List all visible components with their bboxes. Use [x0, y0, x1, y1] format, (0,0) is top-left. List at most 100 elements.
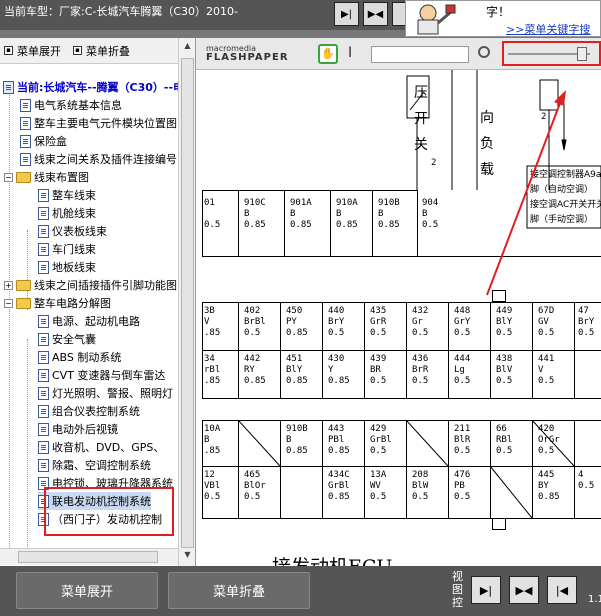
- document-icon: [38, 332, 49, 346]
- search-icon[interactable]: [478, 46, 490, 58]
- zoom-highlight-box: [502, 41, 601, 66]
- first-page-button[interactable]: ▶|: [471, 576, 501, 604]
- document-icon: [38, 188, 49, 202]
- tree-item-label: 电动外后视镜: [52, 423, 118, 436]
- annotation-arrow: [486, 90, 566, 296]
- collapse-toggle-icon[interactable]: −: [4, 172, 13, 182]
- tree-horizontal-scrollbar[interactable]: [0, 548, 178, 565]
- text-select-tool-button[interactable]: I: [348, 45, 352, 61]
- tree-item[interactable]: 电气系统基本信息: [20, 96, 122, 114]
- tree-item[interactable]: 整车线束: [38, 186, 96, 204]
- document-icon: [20, 116, 31, 130]
- tree-folder-label: 线束之间插接插件引脚功能图: [34, 279, 177, 292]
- expand-menu-button[interactable]: ▪ 菜单展开: [4, 43, 61, 59]
- scroll-down-icon[interactable]: ▼: [181, 550, 194, 564]
- tree-item-label: 整车线束: [52, 189, 96, 202]
- document-icon: [38, 422, 49, 436]
- tree-toolbar: ▪ 菜单展开 ▪ 菜单折叠: [0, 38, 195, 64]
- scroll-thumb[interactable]: [181, 58, 194, 548]
- document-icon: [38, 386, 49, 400]
- tree-item[interactable]: 机舱线束: [38, 204, 96, 222]
- hand-icon: ✋: [321, 47, 335, 60]
- mascot-icon: [417, 4, 456, 35]
- folder-open-icon: [16, 171, 31, 183]
- expand-icon: ▪: [4, 46, 13, 55]
- tree-item-label: 仪表板线束: [52, 225, 107, 238]
- fit-page-button[interactable]: ▶◀: [509, 576, 539, 604]
- tree-item[interactable]: 电源、起动机电路: [38, 312, 140, 330]
- tree-item-label: 机舱线束: [52, 207, 96, 220]
- first-page-button[interactable]: ▶|: [334, 2, 359, 26]
- bottom-bar: 菜单展开 菜单折叠 视图控 ▶| ▶◀ |◀ 1.1: [0, 566, 601, 616]
- tree-item[interactable]: 保险盒: [20, 132, 67, 150]
- next-page-button[interactable]: [392, 2, 406, 26]
- keyword-search-ad: 字！ >>菜单关键字搜: [405, 0, 601, 37]
- tree-folder-circuit-diagrams[interactable]: − 整车电路分解图: [4, 294, 111, 312]
- tree-vertical-scrollbar[interactable]: ▲ ▼: [178, 38, 195, 566]
- collapse-menu-button[interactable]: ▪ 菜单折叠: [73, 43, 130, 59]
- tree-item[interactable]: 线束之间关系及插件连接编号: [20, 150, 177, 168]
- tree-item[interactable]: 仪表板线束: [38, 222, 107, 240]
- last-page-button[interactable]: |◀: [547, 576, 577, 604]
- tree-item-label: 收音机、DVD、GPS、: [52, 441, 165, 454]
- document-icon: [38, 314, 49, 328]
- tree-item-label: 地板线束: [52, 261, 96, 274]
- collapse-menu-label: 菜单折叠: [86, 44, 130, 58]
- hand-tool-button[interactable]: ✋: [318, 44, 338, 64]
- document-icon: [38, 242, 49, 256]
- tree-item[interactable]: 地板线束: [38, 258, 96, 276]
- tree-item[interactable]: 车门线束: [38, 240, 96, 258]
- tree-folder-label: 整车电路分解图: [34, 297, 111, 310]
- tree-item-label: 安全气囊: [52, 333, 96, 346]
- fit-page-icon: ▶◀: [515, 583, 533, 597]
- tree-item[interactable]: 收音机、DVD、GPS、: [38, 438, 164, 456]
- logo-line2: FLASHPAPER: [206, 52, 289, 63]
- tree-folder-label: 线束布置图: [34, 171, 89, 184]
- document-icon: [38, 404, 49, 418]
- view-control-label: 视图控: [452, 570, 463, 609]
- tree-root-label: 当前:长城汽车--腾翼（C30）--电: [17, 81, 178, 94]
- collapse-toggle-icon[interactable]: −: [4, 298, 13, 308]
- document-icon: [38, 224, 49, 238]
- viewer-search-input[interactable]: [371, 46, 469, 63]
- document-icon: [20, 134, 31, 148]
- tree-item[interactable]: 组合仪表控制系统: [38, 402, 140, 420]
- fit-page-button[interactable]: ▶◀: [363, 2, 388, 26]
- tree-item[interactable]: 整车主要电气元件模块位置图: [20, 114, 177, 132]
- last-page-icon: |◀: [555, 583, 569, 597]
- tree-item-label: 车门线束: [52, 243, 96, 256]
- tree-item[interactable]: 电动外后视镜: [38, 420, 118, 438]
- expand-toggle-icon[interactable]: +: [4, 280, 13, 290]
- document-icon: [20, 152, 31, 166]
- tree-item[interactable]: 除霜、空调控制系统: [38, 456, 151, 474]
- scroll-up-icon[interactable]: ▲: [181, 41, 194, 55]
- tree-item-label: 组合仪表控制系统: [52, 405, 140, 418]
- text-cursor-icon: I: [348, 45, 353, 61]
- expand-menu-bottom-button[interactable]: 菜单展开: [16, 572, 158, 609]
- document-icon: [38, 260, 49, 274]
- tree-item-label: 线束之间关系及插件连接编号: [34, 153, 177, 166]
- first-page-icon: ▶|: [479, 583, 493, 597]
- flashpaper-viewer: macromedia FLASHPAPER ✋ I 压 开 关 向 负 载 2 …: [196, 38, 601, 566]
- tree-item[interactable]: CVT 变速器与倒车雷达: [38, 366, 165, 384]
- tree-item[interactable]: 灯光照明、警报、照明灯: [38, 384, 173, 402]
- tree-root-current[interactable]: 当前:长城汽车--腾翼（C30）--电: [3, 78, 178, 96]
- flashpaper-logo: macromedia FLASHPAPER: [206, 44, 289, 63]
- tree-folder-wiring-layout[interactable]: − 线束布置图: [4, 168, 89, 186]
- wiring-diagram-page: 压开关 向负载 2 2 接空调控制器A9a 脚（自动空调） 接空调AC开关开关 …: [202, 70, 601, 566]
- page-number: 1.1: [588, 594, 601, 605]
- window-title: 当前车型：厂家:C-长城汽车腾翼（C30）2010-: [4, 5, 238, 18]
- tree-item[interactable]: ABS 制动系统: [38, 348, 121, 366]
- tree-folder-pin-functions[interactable]: + 线束之间插接插件引脚功能图: [4, 276, 177, 294]
- tree-item-label: ABS 制动系统: [52, 351, 122, 364]
- document-icon: [38, 350, 49, 364]
- tree-item[interactable]: 安全气囊: [38, 330, 96, 348]
- keyword-search-link[interactable]: >>菜单关键字搜: [506, 21, 590, 37]
- collapse-menu-bottom-button[interactable]: 菜单折叠: [168, 572, 310, 609]
- first-page-icon: ▶|: [340, 8, 353, 20]
- expand-menu-label: 菜单展开: [17, 44, 61, 58]
- scroll-thumb[interactable]: [18, 551, 158, 563]
- document-icon: [38, 440, 49, 454]
- document-icon: [38, 458, 49, 472]
- document-icon: [20, 98, 31, 112]
